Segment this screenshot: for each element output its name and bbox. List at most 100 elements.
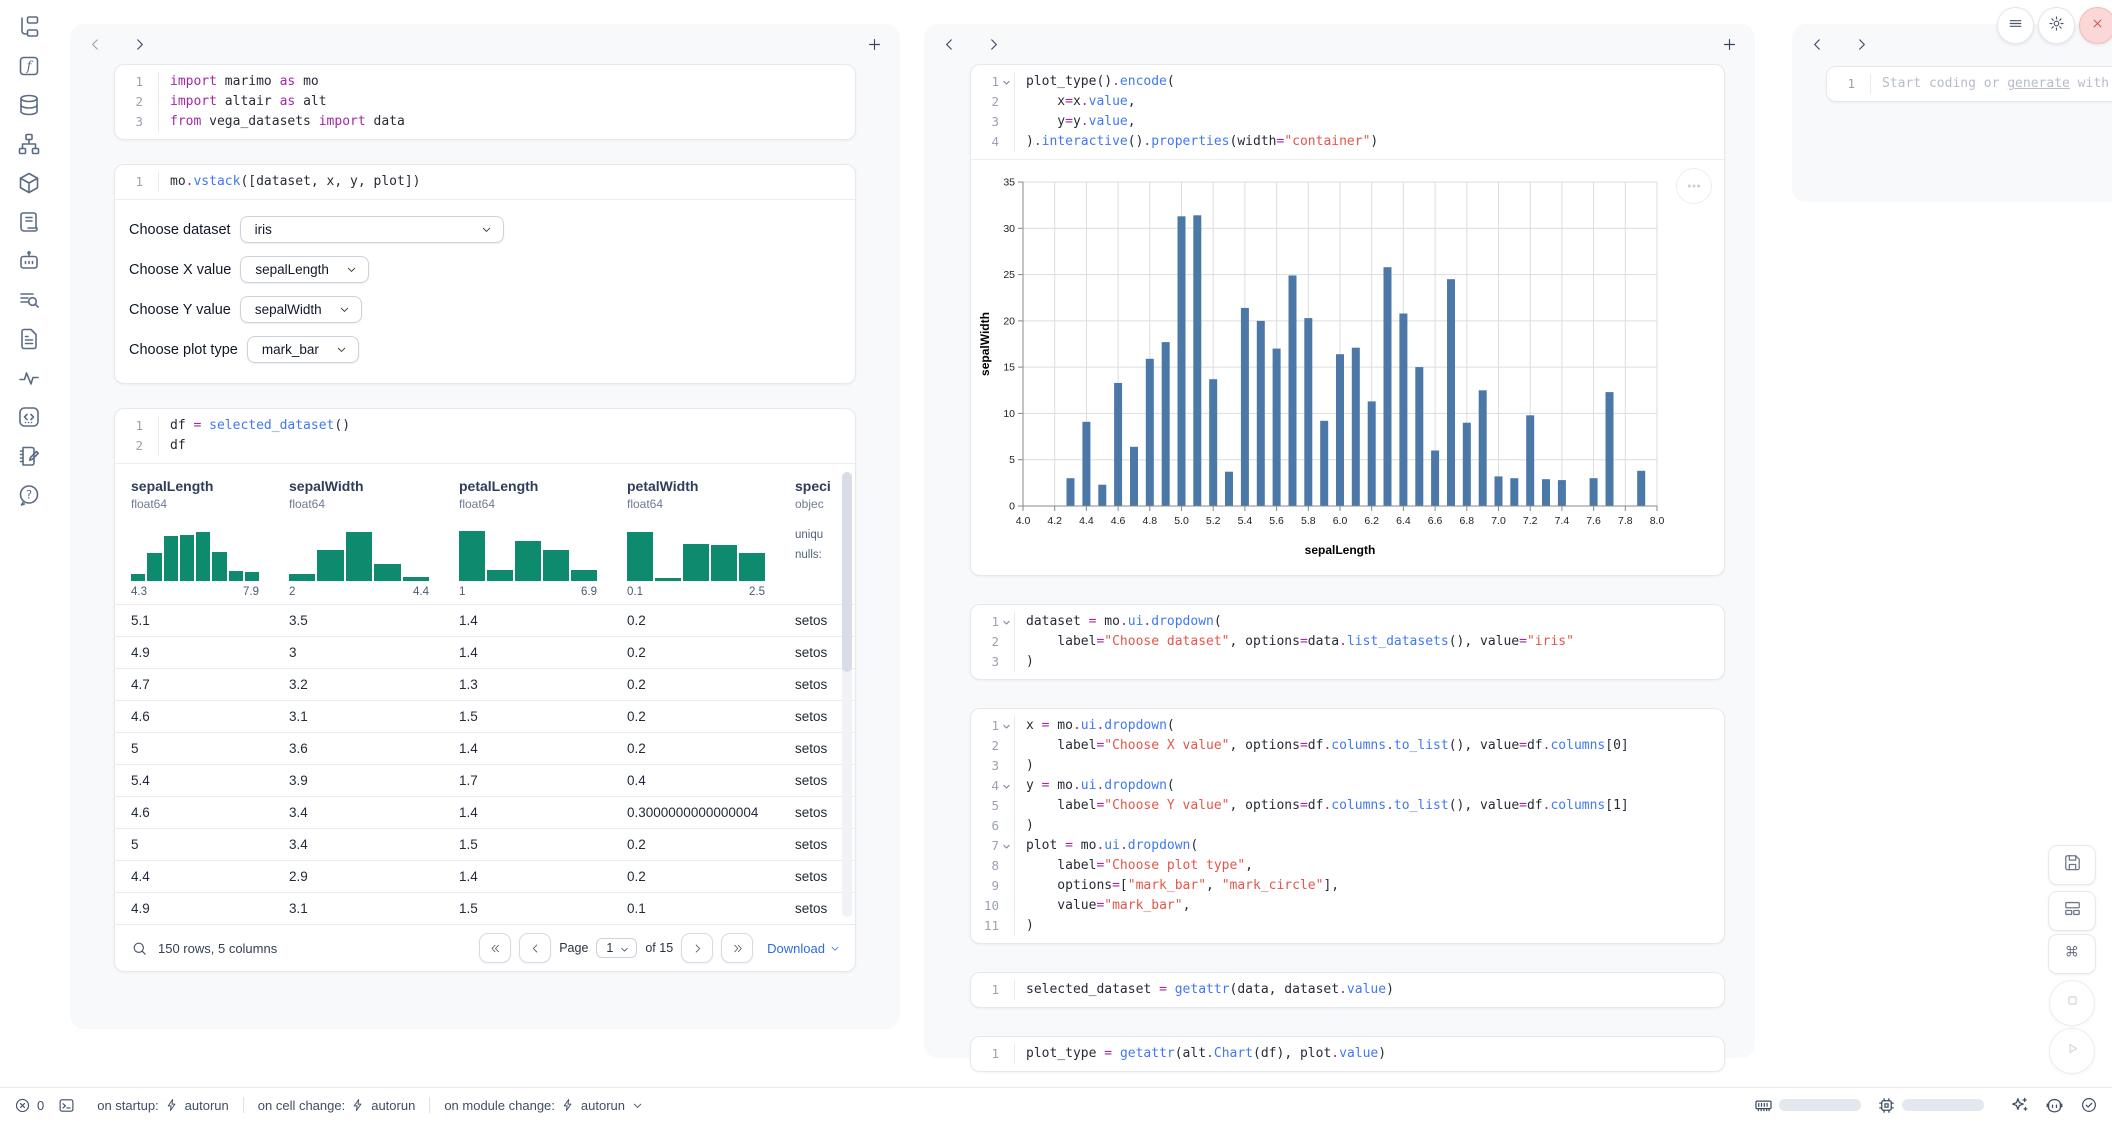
errors-indicator[interactable]: 0	[14, 1097, 44, 1114]
table-cell: 1.5	[443, 701, 611, 732]
documentation-icon[interactable]	[16, 326, 42, 352]
svg-text:5.0: 5.0	[1174, 515, 1189, 527]
function-icon[interactable]: f	[16, 53, 42, 79]
first-page-button[interactable]	[479, 933, 511, 963]
table-cell: 1.7	[443, 765, 611, 796]
fold-icon[interactable]	[999, 722, 1014, 731]
table-row[interactable]: 53.61.40.2setos	[115, 732, 855, 764]
table-row[interactable]: 4.63.11.50.2setos	[115, 700, 855, 732]
terminal-button[interactable]	[58, 1097, 75, 1114]
column-header[interactable]: sepalWidthfloat6424.4	[273, 464, 443, 604]
shortcuts-button[interactable]: ⌘	[2048, 934, 2096, 974]
datasources-icon[interactable]	[16, 92, 42, 118]
fold-icon[interactable]	[999, 618, 1014, 627]
table-row[interactable]: 4.63.41.40.3000000000000004setos	[115, 796, 855, 828]
code-editor[interactable]: 1plot_type().encode(2 x=x.value,3 y=y.va…	[971, 65, 1724, 159]
code-line[interactable]: 1 Start coding or generate with	[1827, 74, 2112, 94]
column-header[interactable]: petalWidthfloat640.12.5	[611, 464, 779, 604]
line-number: 1	[971, 716, 999, 736]
search-icon[interactable]	[131, 940, 148, 957]
tracing-icon[interactable]	[16, 365, 42, 391]
table-cell: 1.3	[443, 669, 611, 700]
last-page-button[interactable]	[721, 933, 753, 963]
table-row[interactable]: 4.42.91.40.2setos	[115, 860, 855, 892]
table-row[interactable]: 5.13.51.40.2setos	[115, 604, 855, 636]
table-cell: 3.6	[273, 733, 443, 764]
logs-icon[interactable]	[16, 209, 42, 235]
file-tree-icon[interactable]	[16, 14, 42, 40]
altair-bar-chart[interactable]: 4.04.24.44.64.85.05.25.45.65.86.06.26.46…	[975, 168, 1717, 564]
table-row[interactable]: 4.73.21.30.2setos	[115, 668, 855, 700]
table-row[interactable]: 5.43.91.70.4setos	[115, 764, 855, 796]
menu-button[interactable]	[1997, 7, 2034, 44]
fold-icon[interactable]	[999, 78, 1014, 87]
plot-type-select[interactable]: mark_bar	[247, 336, 359, 363]
code-line: 6)	[971, 816, 1724, 836]
column-histogram[interactable]	[289, 525, 429, 581]
chevron-right-icon[interactable]	[984, 35, 1002, 53]
svg-text:30: 30	[1003, 223, 1015, 235]
snippets-icon[interactable]	[16, 404, 42, 430]
chevron-down-icon	[829, 942, 841, 954]
column-header[interactable]: petalLengthfloat6416.9	[443, 464, 611, 604]
ai-sparkles-button[interactable]	[2010, 1096, 2029, 1115]
fold-icon[interactable]	[999, 782, 1014, 791]
scratchpad-icon[interactable]	[16, 443, 42, 469]
code-editor[interactable]: 1plot_type = getattr(alt.Chart(df), plot…	[971, 1037, 1724, 1071]
dependency-graph-icon[interactable]	[16, 131, 42, 157]
code-editor[interactable]: 1dataset = mo.ui.dropdown(2 label="Choos…	[971, 605, 1724, 679]
generate-link[interactable]: generate	[2007, 76, 2070, 91]
code-editor[interactable]: 1mo.vstack([dataset, x, y, plot])	[115, 165, 855, 199]
shutdown-button[interactable]	[2079, 7, 2112, 44]
copilot-button[interactable]	[2045, 1096, 2064, 1115]
code-editor[interactable]: 1import marimo as mo2import altair as al…	[115, 65, 855, 139]
column-histogram[interactable]	[459, 525, 597, 581]
table-row[interactable]: 4.93.11.50.1setos	[115, 892, 855, 924]
y-value-select[interactable]: sepalWidth	[240, 296, 362, 323]
fold-icon[interactable]	[999, 842, 1014, 851]
table-row[interactable]: 53.41.50.2setos	[115, 828, 855, 860]
on-module-change-setting[interactable]: on module change: autorun	[444, 1098, 644, 1113]
help-icon[interactable]: ?	[16, 482, 42, 508]
prev-page-button[interactable]	[519, 933, 551, 963]
code-editor[interactable]: 1df = selected_dataset()2df	[115, 409, 855, 463]
stop-button[interactable]	[2049, 980, 2095, 1026]
on-startup-setting[interactable]: on startup: autorun	[97, 1098, 229, 1113]
code-placeholder[interactable]: Start coding or generate with	[1870, 74, 2112, 94]
outline-search-icon[interactable]	[16, 287, 42, 313]
add-cell-icon[interactable]	[864, 34, 884, 54]
line-number: 1	[971, 980, 999, 1000]
page-select[interactable]: 1	[596, 938, 637, 958]
chevron-right-icon[interactable]	[130, 35, 148, 53]
run-button[interactable]	[2049, 1028, 2095, 1074]
chevron-left-icon[interactable]	[940, 35, 958, 53]
column-histogram[interactable]	[627, 525, 765, 581]
svg-text:6.0: 6.0	[1333, 515, 1348, 527]
code-line: 1plot_type = getattr(alt.Chart(df), plot…	[971, 1044, 1724, 1064]
svg-text:0: 0	[1009, 501, 1015, 513]
chevron-down-icon	[345, 263, 358, 276]
on-cell-change-setting[interactable]: on cell change: autorun	[258, 1098, 416, 1113]
x-value-select[interactable]: sepalLength	[240, 256, 369, 283]
table-cell: 5.1	[115, 605, 273, 636]
dataset-select[interactable]: iris	[240, 216, 504, 243]
scrollbar-thumb[interactable]	[842, 472, 852, 672]
table-row[interactable]: 4.931.40.2setos	[115, 636, 855, 668]
add-cell-icon[interactable]	[1719, 34, 1739, 54]
chart-menu-button[interactable]	[1676, 168, 1712, 204]
packages-icon[interactable]	[16, 170, 42, 196]
code-editor[interactable]: 1selected_dataset = getattr(data, datase…	[971, 973, 1724, 1007]
connection-status-button[interactable]	[2080, 1096, 2098, 1114]
save-button[interactable]	[2048, 845, 2096, 885]
layout-button[interactable]	[2048, 891, 2096, 931]
download-button[interactable]: Download	[767, 941, 841, 956]
next-page-button[interactable]	[681, 933, 713, 963]
column-histogram[interactable]	[131, 525, 259, 581]
chevron-left-icon[interactable]	[86, 35, 104, 53]
column-header[interactable]: sepalLengthfloat644.37.9	[115, 464, 273, 604]
chat-icon[interactable]	[16, 248, 42, 274]
chevron-right-icon[interactable]	[1852, 35, 1870, 53]
code-editor[interactable]: 1x = mo.ui.dropdown(2 label="Choose X va…	[971, 709, 1724, 943]
chevron-left-icon[interactable]	[1808, 35, 1826, 53]
settings-button[interactable]	[2038, 7, 2075, 44]
